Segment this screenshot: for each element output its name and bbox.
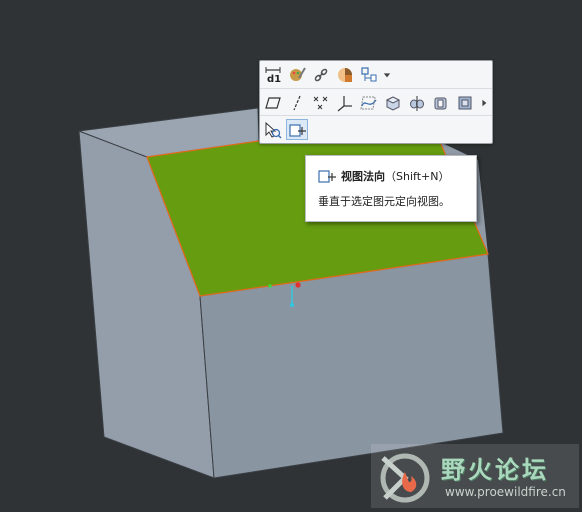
toolbar-row-1: d1 (260, 61, 492, 88)
sketch-icon[interactable] (358, 92, 380, 113)
view-normal-icon (318, 168, 336, 184)
datum-axis-icon[interactable] (286, 92, 308, 113)
select-filter-icon[interactable] (358, 64, 380, 85)
tooltip-title: 视图法向（Shift+N） (341, 168, 449, 184)
watermark-title: 野火论坛 (441, 456, 549, 484)
mini-toolbar: d1 (259, 60, 493, 144)
tooltip-description: 垂直于选定图元定向视图。 (318, 195, 450, 208)
tooltip-view-normal: 视图法向（Shift+N） 垂直于选定图元定向视图。 (305, 155, 477, 222)
chain-link-icon[interactable] (310, 64, 332, 85)
forum-watermark: 野火论坛 www.proewildfire.cn (371, 444, 579, 508)
watermark-url: www.proewildfire.cn (445, 485, 566, 499)
dropdown-arrow-icon[interactable] (380, 64, 394, 85)
datum-point-icon[interactable] (310, 92, 332, 113)
shading-sphere-icon[interactable] (334, 64, 356, 85)
zoom-to-selected-icon[interactable] (262, 119, 284, 140)
more-arrow-icon[interactable] (478, 92, 490, 113)
shell-icon[interactable] (430, 92, 452, 113)
view-normal-icon[interactable] (286, 119, 308, 140)
tooltip-shortcut: （Shift+N） (385, 170, 450, 183)
thicken-icon[interactable] (454, 92, 476, 113)
dimension-icon[interactable]: d1 (262, 64, 284, 85)
revolve-icon[interactable] (406, 92, 428, 113)
toolbar-row-2 (260, 88, 492, 116)
datum-plane-icon[interactable] (262, 92, 284, 113)
forum-logo-icon (380, 453, 430, 503)
tooltip-title-text: 视图法向 (341, 170, 385, 183)
appearance-brush-icon[interactable] (286, 64, 308, 85)
extrude-icon[interactable] (382, 92, 404, 113)
toolbar-row-3 (260, 115, 492, 143)
coordinate-system-icon[interactable] (334, 92, 356, 113)
svg-text:d1: d1 (267, 74, 281, 84)
